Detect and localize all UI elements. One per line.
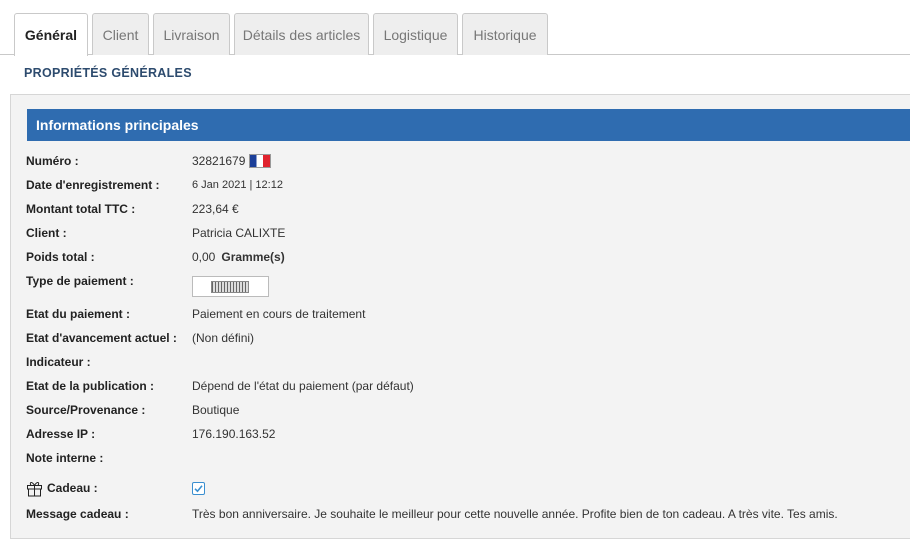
section-title: PROPRIÉTÉS GÉNÉRALES: [24, 66, 192, 80]
tab-livraison[interactable]: Livraison: [153, 13, 230, 55]
gift-icon: [26, 480, 43, 497]
panel-header: Informations principales: [27, 109, 910, 141]
field-label: Date d'enregistrement :: [26, 178, 160, 192]
payment-method-image: [192, 276, 269, 297]
order-number: 32821679: [192, 154, 246, 168]
field-cadeau: Cadeau :: [26, 479, 205, 497]
tab-general[interactable]: Général: [14, 13, 88, 56]
field-etat-publication: Etat de la publication : Dépend de l'éta…: [26, 377, 414, 395]
field-poids: Poids total : 0,00 Gramme(s): [26, 248, 285, 266]
field-montant: Montant total TTC : 223,64 €: [26, 200, 239, 218]
field-message: Message cadeau : Très bon anniversaire. …: [26, 505, 838, 523]
tab-client[interactable]: Client: [92, 13, 149, 55]
field-value: 223,64 €: [192, 202, 239, 216]
field-label: Source/Provenance :: [26, 403, 146, 417]
field-value: 0,00: [192, 250, 216, 264]
tab-bar: Général Client Livraison Détails des art…: [0, 0, 910, 56]
field-ip: Adresse IP : 176.190.163.52: [26, 425, 275, 443]
field-etat-avancement: Etat d'avancement actuel : (Non défini): [26, 329, 254, 347]
field-label: Etat de la publication :: [26, 379, 155, 393]
field-value: Dépend de l'état du paiement (par défaut…: [192, 379, 414, 393]
field-numero: Numéro : 32821679: [26, 152, 272, 170]
field-type-paiement: Type de paiement :: [26, 272, 269, 300]
field-client: Client : Patricia CALIXTE: [26, 224, 285, 242]
field-label: Type de paiement :: [26, 274, 134, 288]
field-source: Source/Provenance : Boutique: [26, 401, 239, 419]
tab-details-articles[interactable]: Détails des articles: [234, 13, 369, 55]
field-value: Patricia CALIXTE: [192, 226, 286, 240]
field-label: Numéro :: [26, 154, 79, 168]
france-flag-icon: [249, 154, 272, 168]
field-label: Adresse IP :: [26, 427, 96, 441]
field-label: Montant total TTC :: [26, 202, 136, 216]
field-label: Client :: [26, 226, 67, 240]
field-label: Poids total :: [26, 250, 95, 264]
weight-unit: Gramme(s): [221, 250, 285, 264]
field-label: Cadeau :: [26, 480, 192, 497]
checkmark-icon: [194, 484, 203, 492]
tab-historique[interactable]: Historique: [462, 13, 548, 55]
gift-checkbox[interactable]: [192, 481, 205, 495]
field-value: (Non défini): [192, 331, 255, 345]
gift-message: Très bon anniversaire. Je souhaite le me…: [192, 507, 838, 521]
field-date: Date d'enregistrement : 6 Jan 2021 | 12:…: [26, 176, 283, 194]
field-value: 176.190.163.52: [192, 427, 276, 441]
field-value: 6 Jan 2021 | 12:12: [192, 179, 283, 191]
field-label: Indicateur :: [26, 355, 91, 369]
cadeau-label-text: Cadeau :: [47, 481, 98, 495]
field-label: Message cadeau :: [26, 507, 129, 521]
field-value: Paiement en cours de traitement: [192, 307, 366, 321]
field-etat-paiement: Etat du paiement : Paiement en cours de …: [26, 305, 365, 323]
main-info-panel: Informations principales Numéro : 328216…: [10, 94, 910, 539]
field-note: Note interne :: [26, 449, 192, 467]
field-label: Note interne :: [26, 451, 104, 465]
field-label: Etat du paiement :: [26, 307, 131, 321]
tab-logistique[interactable]: Logistique: [373, 13, 458, 55]
field-value: Boutique: [192, 403, 240, 417]
field-indicateur: Indicateur :: [26, 353, 192, 371]
field-label: Etat d'avancement actuel :: [26, 331, 177, 345]
